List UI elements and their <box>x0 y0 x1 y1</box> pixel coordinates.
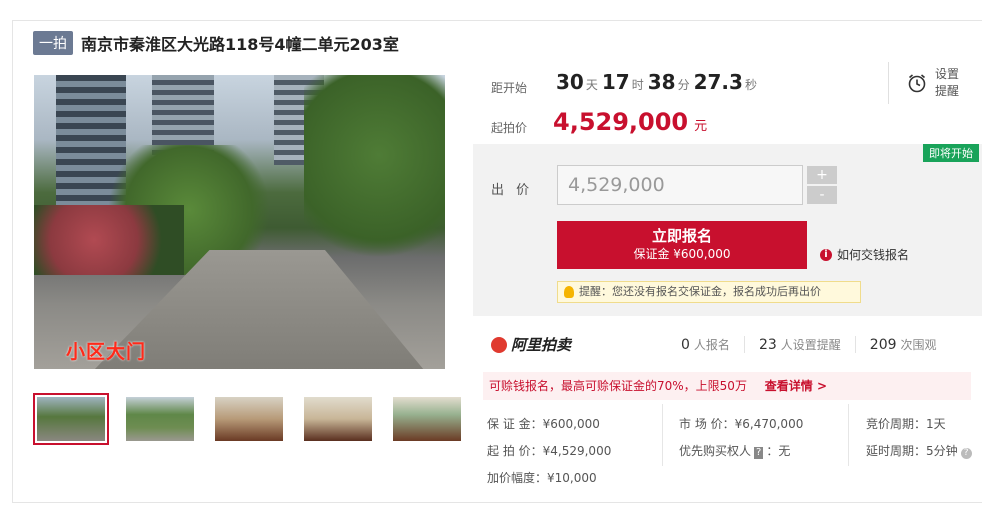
countdown-seconds-unit: 秒 <box>744 78 757 92</box>
signup-button-label: 立即报名 <box>651 227 712 245</box>
thumbnail-image <box>126 397 194 441</box>
countdown-hours-unit: 时 <box>631 78 644 92</box>
page-title: 南京市秦淮区大光路118号4幢二单元203室 <box>81 35 399 54</box>
stat-views: 209 次围观 <box>854 336 951 353</box>
set-reminder-label: 设置提醒 <box>935 67 960 98</box>
auction-round-badge: 一拍 <box>33 31 73 55</box>
flowerbed-image-part <box>34 205 184 275</box>
priority-buyer-value: ：无 <box>766 444 791 458</box>
signup-button[interactable]: 立即报名 保证金 ¥600,000 <box>557 221 807 269</box>
stat-number: 209 <box>869 337 897 353</box>
brand-name: 阿里拍卖 <box>511 336 572 354</box>
countdown-hours: 17 <box>601 70 630 94</box>
thumbnail-5[interactable] <box>389 393 465 445</box>
delay-cycle-text: 延时周期：5分钟 <box>866 444 958 458</box>
thumbnail-image <box>304 397 372 441</box>
divider <box>662 404 663 466</box>
countdown: 30 天 17 时 38 分 27.3 秒 <box>556 70 761 94</box>
info-column-2: 市 场 价：¥6,470,000 优先购买权人? ：无 <box>679 411 803 465</box>
how-to-pay-link[interactable]: i 如何交钱报名 <box>820 246 909 263</box>
stat-label: 人设置提醒 <box>780 338 841 352</box>
view-details-link[interactable]: 查看详情 > <box>765 379 827 393</box>
stat-number: 0 <box>681 337 690 353</box>
stat-label: 人报名 <box>693 338 730 352</box>
thumbnail-image <box>393 397 461 441</box>
countdown-days-unit: 天 <box>585 78 598 92</box>
photo-caption: 小区大门 <box>66 341 147 363</box>
question-icon[interactable]: ? <box>960 448 972 459</box>
credit-notice-text: 可赊钱报名，最高可赊保证金的70%，上限50万 <box>489 379 747 393</box>
credit-notice: 可赊钱报名，最高可赊保证金的70%，上限50万 查看详情 > <box>483 372 971 400</box>
thumbnail-1[interactable] <box>33 393 109 445</box>
info-column-3: 竞价周期：1天 延时周期：5分钟? <box>866 411 972 465</box>
bid-label: 出 价 <box>491 183 534 198</box>
priority-buyer-label: 优先购买权人 <box>679 444 752 458</box>
bid-amount-input[interactable]: 4,529,000 <box>557 165 803 205</box>
auction-stats: 0 人报名 23 人设置提醒 209 次围观 <box>681 336 951 353</box>
thumbnail-image <box>215 397 283 441</box>
bid-increase-button[interactable]: + <box>807 166 837 184</box>
market-price-info: 市 场 价：¥6,470,000 <box>679 417 804 431</box>
thumbnail-3[interactable] <box>211 393 287 445</box>
alarm-clock-icon <box>908 74 926 93</box>
how-to-pay-label: 如何交钱报名 <box>837 248 910 262</box>
info-icon: i <box>820 248 832 261</box>
countdown-label: 距开始 <box>491 81 528 95</box>
lightbulb-icon <box>564 286 574 298</box>
increment-info: 加价幅度：¥10,000 <box>487 471 597 485</box>
signup-tip-text: 提醒：您还没有报名交保证金，报名成功后再出价 <box>579 285 821 298</box>
info-column-1: 保 证 金：¥600,000 起 拍 价：¥4,529,000 加价幅度：¥10… <box>487 411 611 492</box>
priority-buyer-info: 优先购买权人? ：无 <box>679 438 803 465</box>
bid-decrease-button[interactable]: - <box>807 186 837 204</box>
delay-cycle-info: 延时周期：5分钟? <box>866 438 972 465</box>
thumbnail-2[interactable] <box>122 393 198 445</box>
thumbnail-strip <box>33 393 478 445</box>
start-price: 4,529,000 元 <box>553 108 707 136</box>
start-price-unit: 元 <box>694 119 708 134</box>
page-header: 一拍 南京市秦淮区大光路118号4幢二单元203室 <box>33 30 399 56</box>
stat-signups: 0 人报名 <box>681 336 744 353</box>
thumbnail-4[interactable] <box>300 393 376 445</box>
deposit-info: 保 证 金：¥600,000 <box>487 417 600 431</box>
start-price-label: 起拍价 <box>491 121 528 135</box>
bid-cycle-info: 竞价周期：1天 <box>866 417 946 431</box>
bid-area: 即将开始 出 价 4,529,000 + - 立即报名 保证金 ¥600,000… <box>473 144 982 316</box>
status-badge: 即将开始 <box>923 144 979 162</box>
main-photo[interactable]: 小区大门 <box>34 75 445 369</box>
tree-image-part <box>304 75 445 275</box>
divider <box>848 404 849 466</box>
stat-label: 次围观 <box>900 338 937 352</box>
thumbnail-image <box>37 397 105 441</box>
set-reminder-button[interactable]: 设置提醒 <box>888 62 982 104</box>
countdown-minutes: 38 <box>647 70 676 94</box>
start-price-info: 起 拍 价：¥4,529,000 <box>487 444 612 458</box>
countdown-days: 30 <box>556 70 584 94</box>
stat-number: 23 <box>758 337 777 353</box>
stat-reminders: 23 人设置提醒 <box>743 336 855 353</box>
help-icon[interactable]: ? <box>754 447 764 459</box>
signup-deposit-label: 保证金 ¥600,000 <box>633 247 731 261</box>
countdown-seconds: 27.3 <box>693 70 743 94</box>
start-price-value: 4,529,000 <box>553 108 689 136</box>
brand-logo: 阿里拍卖 <box>491 334 571 355</box>
signup-tip: 提醒：您还没有报名交保证金，报名成功后再出价 <box>557 281 861 303</box>
bid-stepper: + - <box>807 166 837 206</box>
alibaba-auction-icon <box>491 336 507 353</box>
countdown-minutes-unit: 分 <box>677 78 690 92</box>
